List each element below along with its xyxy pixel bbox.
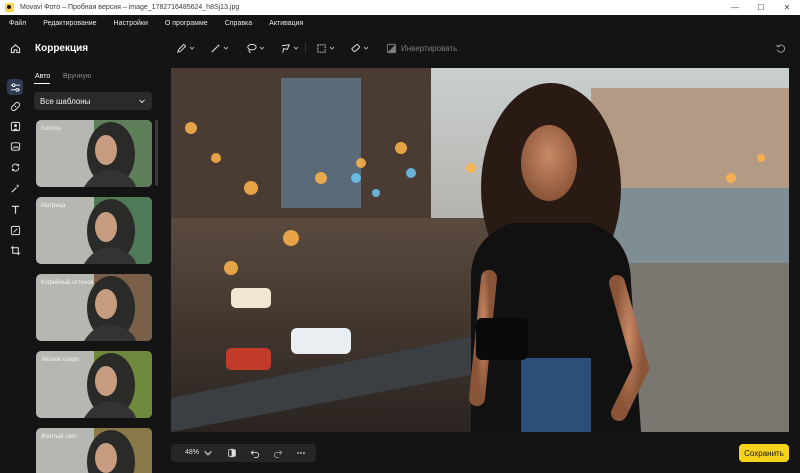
chevron-down-icon [259, 46, 265, 50]
menu-help[interactable]: Справка [225, 20, 252, 27]
pen-brush-tool[interactable] [176, 41, 195, 55]
chevron-down-icon [139, 99, 145, 104]
template-select-value: Все шаблоны [40, 96, 91, 106]
window-controls: — ☐ ✕ [722, 0, 800, 15]
compare-button[interactable] [226, 447, 238, 459]
chevron-down-icon [223, 46, 229, 50]
close-button[interactable]: ✕ [774, 0, 800, 15]
chevron-down-icon [293, 46, 299, 50]
magic-wand-icon[interactable] [7, 180, 23, 196]
title-bar: Movavi Фото – Пробная версия – image_178… [0, 0, 800, 15]
reset-button[interactable] [775, 41, 786, 55]
replace-icon[interactable] [7, 159, 23, 175]
toolbar-divider [305, 42, 306, 53]
zoom-controls: 48% [171, 444, 316, 462]
bandage-icon[interactable] [7, 98, 23, 114]
invert-button[interactable]: Инвертировать [386, 41, 457, 55]
chevron-down-icon [189, 46, 195, 50]
lasso-tool[interactable] [246, 41, 265, 55]
tab-auto[interactable]: Авто [35, 73, 50, 80]
more-dots-icon [297, 452, 305, 454]
pen-brush-icon [177, 43, 187, 53]
app-logo-icon [5, 3, 14, 12]
chevron-down-icon [363, 46, 369, 50]
save-button[interactable]: Сохранить [739, 444, 789, 462]
menu-settings[interactable]: Настройки [114, 20, 148, 27]
home-icon[interactable] [7, 40, 23, 56]
photo-image [171, 68, 789, 432]
undo-button[interactable] [249, 447, 261, 459]
polygon-lasso-tool[interactable] [280, 41, 299, 55]
rect-select-tool[interactable] [316, 41, 335, 55]
text-icon[interactable] [7, 201, 23, 217]
maximize-button[interactable]: ☐ [748, 0, 774, 15]
redo-icon [273, 450, 283, 458]
menu-bar: Файл Редактирование Настройки О программ… [0, 15, 800, 31]
adjustments-icon[interactable] [7, 79, 23, 95]
rect-select-icon [317, 43, 326, 53]
zoom-level[interactable]: 48% [185, 449, 199, 456]
preset-label: Лесное озеро [41, 357, 79, 363]
preset-list: Болото Матрица Кофейный оттенок Лесное о… [36, 120, 152, 473]
photo-canvas[interactable] [171, 68, 789, 432]
lasso-icon [247, 43, 257, 53]
panel-title: Коррекция [35, 43, 89, 54]
crop-icon[interactable] [7, 242, 23, 258]
tool-rail [0, 31, 30, 473]
preset-label: Желтый свет [41, 434, 78, 440]
redo-button[interactable] [272, 447, 284, 459]
preset-card[interactable]: Болото [36, 120, 152, 187]
invert-label: Инвертировать [401, 43, 458, 53]
tab-manual[interactable]: Вручную [63, 73, 91, 80]
top-toolbar: Инвертировать [160, 31, 800, 64]
compare-icon [228, 448, 236, 458]
preset-card[interactable]: Кофейный оттенок [36, 274, 152, 341]
template-select[interactable]: Все шаблоны [34, 92, 152, 110]
menu-about[interactable]: О программе [165, 20, 208, 27]
magic-brush-icon [211, 43, 221, 53]
panel-scrollbar[interactable] [155, 120, 158, 186]
magic-brush-tool[interactable] [210, 41, 229, 55]
chevron-down-icon [204, 450, 212, 456]
preset-card[interactable]: Матрица [36, 197, 152, 264]
preset-label: Кофейный оттенок [41, 280, 94, 286]
crop-frame-icon[interactable] [7, 222, 23, 238]
menu-edit[interactable]: Редактирование [43, 20, 96, 27]
portrait-icon[interactable] [7, 118, 23, 134]
more-button[interactable] [295, 447, 307, 459]
menu-activation[interactable]: Активация [269, 20, 303, 27]
eraser-tool[interactable] [350, 41, 369, 55]
chevron-down-icon [329, 46, 335, 50]
eraser-icon [351, 43, 360, 52]
zoom-dropdown[interactable] [202, 447, 214, 459]
undo-icon [250, 450, 260, 458]
preset-card[interactable]: Лесное озеро [36, 351, 152, 418]
reset-icon [775, 44, 785, 53]
polygon-lasso-icon [281, 43, 290, 53]
photo-enhance-icon[interactable] [7, 138, 23, 154]
tab-indicator [34, 83, 50, 84]
preset-label: Болото [41, 126, 61, 132]
invert-icon [386, 43, 397, 53]
menu-file[interactable]: Файл [9, 20, 26, 27]
correction-panel: Коррекция Авто Вручную Все шаблоны Болот… [30, 31, 160, 473]
window-title: Movavi Фото – Пробная версия – image_178… [20, 4, 240, 11]
bottom-bar: 48% Сохранить [160, 438, 800, 473]
preset-card[interactable]: Желтый свет [36, 428, 152, 473]
preset-label: Матрица [41, 203, 66, 209]
minimize-button[interactable]: — [722, 0, 748, 15]
